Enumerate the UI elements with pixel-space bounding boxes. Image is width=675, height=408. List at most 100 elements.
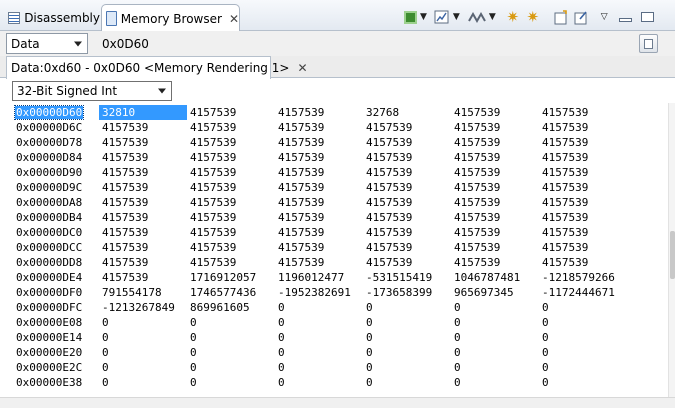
memory-address[interactable]: 0x00000DD8 [16, 255, 82, 270]
memory-address[interactable]: 0x00000DE4 [16, 270, 82, 285]
memory-value-cell[interactable]: 0 [102, 345, 109, 360]
memory-value-cell[interactable]: 4157539 [454, 120, 500, 135]
memory-address[interactable]: 0x00000DF0 [16, 285, 82, 300]
memory-value-cell[interactable]: 4157539 [278, 195, 324, 210]
memory-value-cell[interactable]: 0 [366, 345, 373, 360]
memory-value-cell[interactable]: 4157539 [190, 240, 236, 255]
memory-value-cell[interactable]: 4157539 [542, 210, 588, 225]
memory-address[interactable]: 0x00000E38 [16, 375, 82, 390]
memory-value-cell[interactable]: 4157539 [102, 135, 148, 150]
memory-value-cell[interactable]: 0 [454, 330, 461, 345]
memory-address[interactable]: 0x00000E20 [16, 345, 82, 360]
memory-value-cell[interactable]: 4157539 [454, 150, 500, 165]
address-input[interactable] [96, 33, 637, 54]
memory-value-cell[interactable]: 0 [542, 375, 549, 390]
memory-value-cell[interactable]: 0 [366, 360, 373, 375]
memory-chart-icon[interactable] [433, 8, 451, 26]
memory-value-cell[interactable]: 965697345 [454, 285, 514, 300]
memory-value-cell[interactable]: 0 [542, 360, 549, 375]
memory-value-cell[interactable]: 4157539 [366, 135, 412, 150]
memory-value-cell[interactable]: 0 [102, 360, 109, 375]
memory-address[interactable]: 0x00000E2C [16, 360, 82, 375]
memory-value-cell[interactable]: -1218579266 [542, 270, 615, 285]
link-icon[interactable] [467, 8, 487, 26]
memory-value-cell[interactable]: 0 [102, 315, 109, 330]
memory-value-cell[interactable]: 4157539 [190, 150, 236, 165]
memory-value-cell[interactable]: 4157539 [190, 135, 236, 150]
memory-value-cell[interactable]: 0 [278, 375, 285, 390]
memory-value-cell[interactable]: -1172444671 [542, 285, 615, 300]
memory-value-cell[interactable]: 4157539 [542, 195, 588, 210]
memory-value-cell[interactable]: 4157539 [190, 255, 236, 270]
memory-value-cell[interactable]: 4157539 [542, 135, 588, 150]
memory-value-cell[interactable]: 0 [454, 300, 461, 315]
memory-value-cell[interactable]: -173658399 [366, 285, 432, 300]
chevron-down-icon[interactable]: ▼ [489, 8, 496, 26]
memory-address[interactable]: 0x00000E14 [16, 330, 82, 345]
tab-memory-rendering[interactable]: Data:0xd60 - 0x0D60 <Memory Rendering 1>… [6, 56, 308, 79]
memory-value-cell[interactable]: 1196012477 [278, 270, 344, 285]
memory-value-cell[interactable]: 4157539 [542, 225, 588, 240]
memory-value-cell[interactable]: 4157539 [366, 120, 412, 135]
memory-address[interactable]: 0x00000D60 [13, 105, 85, 120]
memory-value-cell[interactable]: 4157539 [454, 195, 500, 210]
memory-value-cell[interactable]: 4157539 [102, 180, 148, 195]
memory-value-cell[interactable]: 4157539 [366, 165, 412, 180]
memory-address[interactable]: 0x00000D6C [16, 120, 82, 135]
memory-address[interactable]: 0x00000DA8 [16, 195, 82, 210]
sync-gear-icon[interactable]: ✷ [523, 8, 543, 26]
memory-value-cell[interactable]: 4157539 [366, 150, 412, 165]
memory-value-cell[interactable]: 4157539 [190, 120, 236, 135]
memory-value-cell[interactable]: 1716912057 [190, 270, 256, 285]
memory-value-cell[interactable]: 4157539 [454, 105, 500, 120]
memory-value-cell[interactable]: 4157539 [542, 105, 588, 120]
memory-value-cell[interactable]: 4157539 [278, 105, 324, 120]
tab-disassembly[interactable]: Disassembly [4, 5, 100, 31]
memory-value-cell[interactable]: 0 [102, 375, 109, 390]
memory-value-cell[interactable]: 4157539 [366, 240, 412, 255]
memory-value-cell[interactable]: 4157539 [278, 135, 324, 150]
target-chip-icon[interactable] [402, 8, 418, 26]
memory-value-cell[interactable]: 791554178 [102, 285, 162, 300]
memory-value-cell[interactable]: 0 [278, 315, 285, 330]
refresh-gear-icon[interactable]: ✷ [503, 8, 523, 26]
memory-value-cell[interactable]: 4157539 [102, 150, 148, 165]
memory-value-cell[interactable]: 32768 [366, 105, 399, 120]
memory-value-cell[interactable]: 4157539 [454, 225, 500, 240]
memory-value-cell[interactable]: 0 [366, 330, 373, 345]
memory-value-cell[interactable]: 4157539 [102, 255, 148, 270]
chevron-down-icon[interactable]: ▼ [420, 8, 427, 26]
memory-value-cell[interactable]: 0 [542, 300, 549, 315]
memory-address[interactable]: 0x00000D90 [16, 165, 82, 180]
vertical-scrollbar[interactable] [668, 103, 675, 397]
memory-value-cell[interactable]: 0 [278, 345, 285, 360]
memory-value-cell[interactable]: 4157539 [454, 210, 500, 225]
memory-value-cell[interactable]: 4157539 [454, 255, 500, 270]
memory-value-cell[interactable]: 4157539 [190, 105, 236, 120]
memory-value-cell[interactable]: 4157539 [542, 150, 588, 165]
memory-value-cell[interactable]: 0 [366, 375, 373, 390]
memory-value-cell[interactable]: 4157539 [278, 150, 324, 165]
memory-value-cell[interactable]: 4157539 [278, 210, 324, 225]
memory-space-select[interactable]: Data [6, 33, 88, 54]
memory-value-cell[interactable]: 0 [278, 300, 285, 315]
memory-value-cell[interactable]: 4157539 [278, 165, 324, 180]
memory-value-cell[interactable]: 4157539 [542, 240, 588, 255]
new-view-icon[interactable] [551, 8, 571, 26]
memory-value-cell[interactable]: 4157539 [366, 225, 412, 240]
memory-value-cell[interactable]: 4157539 [542, 255, 588, 270]
memory-value-cell[interactable]: 4157539 [102, 225, 148, 240]
chevron-down-icon[interactable]: ▼ [453, 8, 460, 26]
memory-value-cell[interactable]: 0 [542, 330, 549, 345]
memory-value-cell[interactable]: -531515419 [366, 270, 432, 285]
memory-value-cell[interactable]: 4157539 [102, 240, 148, 255]
memory-address[interactable]: 0x00000DFC [16, 300, 82, 315]
maximize-icon[interactable] [639, 8, 657, 26]
memory-address[interactable]: 0x00000DCC [16, 240, 82, 255]
memory-value-cell[interactable]: 4157539 [278, 225, 324, 240]
memory-address[interactable]: 0x00000DC0 [16, 225, 82, 240]
memory-value-cell[interactable]: 0 [366, 300, 373, 315]
close-icon[interactable]: ✕ [297, 61, 307, 75]
memory-value-cell[interactable]: 4157539 [542, 165, 588, 180]
scrollbar-thumb[interactable] [670, 231, 675, 279]
